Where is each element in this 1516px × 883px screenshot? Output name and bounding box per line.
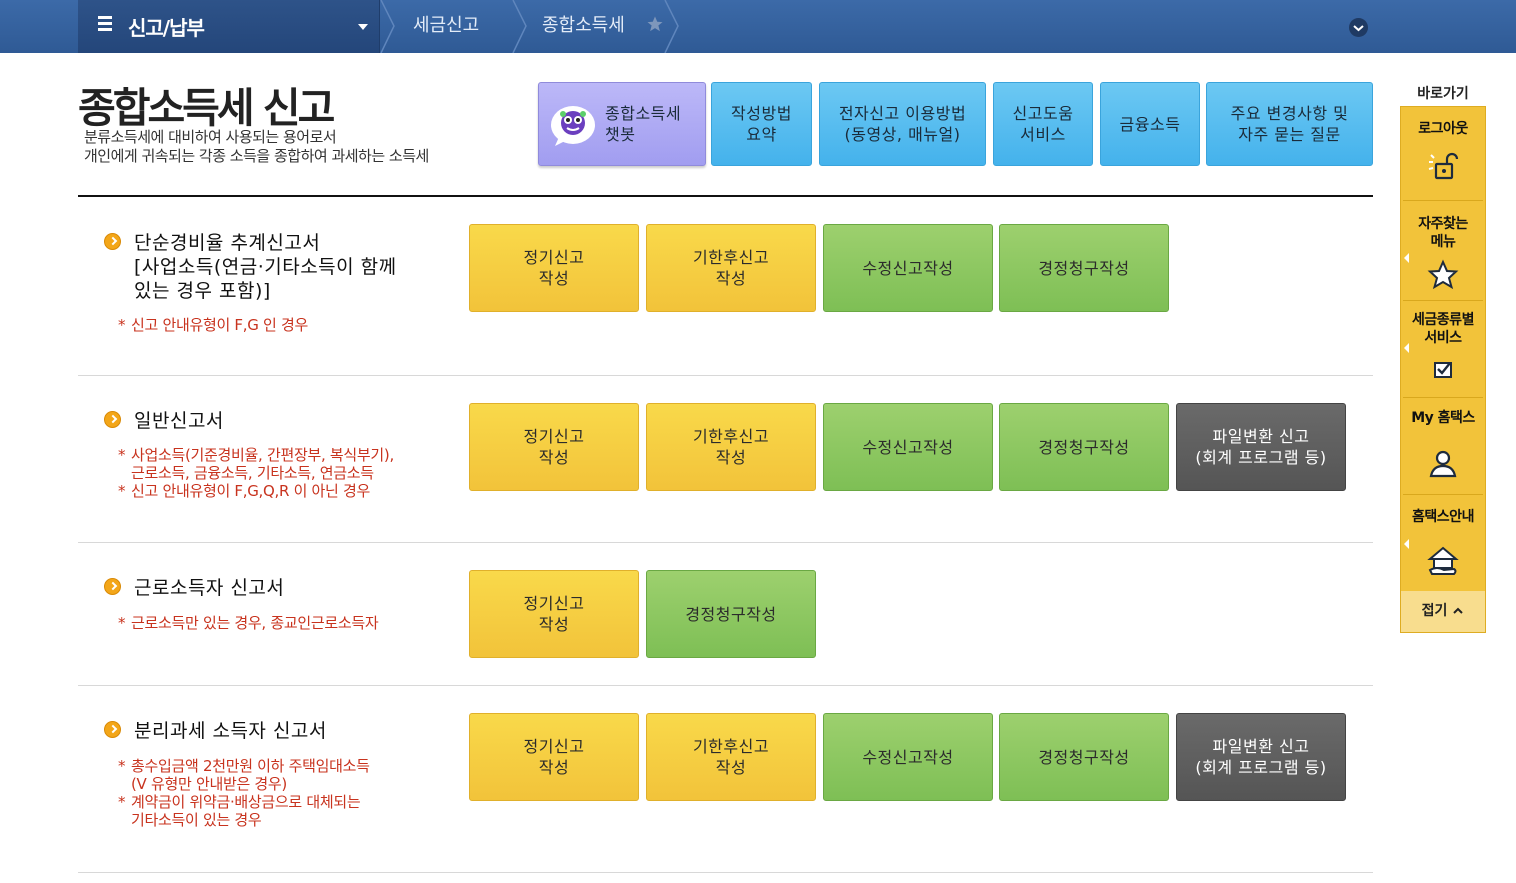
chevron-down-icon: [1353, 25, 1364, 32]
fold-label: 접기: [1421, 603, 1448, 619]
section-title: 단순경비율 추계신고서 [사업소득(연금·기타소득이 함께 있는 경우 포함)]: [134, 232, 397, 302]
expand-left-icon: [1404, 253, 1409, 263]
regular-filing-button[interactable]: 정기신고 작성: [469, 224, 639, 312]
section-title: 분리과세 소득자 신고서: [134, 720, 327, 742]
main-menu-dropdown[interactable]: 신고/납부: [78, 0, 380, 53]
amended-filing-button[interactable]: 수정신고작성: [823, 713, 993, 801]
home-hand-icon: [1427, 545, 1459, 577]
unlock-icon: [1427, 150, 1459, 182]
correction-claim-button[interactable]: 경정청구작성: [999, 403, 1169, 491]
quick-menu-divider: [1403, 200, 1483, 201]
quick-menu-divider: [1403, 397, 1483, 398]
user-icon: [1427, 447, 1459, 479]
section-divider: [78, 872, 1373, 873]
quick-menu-divider: [1403, 300, 1483, 301]
quick-menu-title: 바로가기: [1417, 86, 1469, 102]
expand-menu-button[interactable]: [1349, 18, 1368, 37]
regular-filing-button[interactable]: 정기신고 작성: [469, 403, 639, 491]
correction-claim-button[interactable]: 경정청구작성: [999, 224, 1169, 312]
section-notes: 신고 안내유형이 F,G 인 경우: [118, 316, 308, 334]
page-title: 종합소득세 신고: [78, 84, 335, 132]
correction-claim-button[interactable]: 경정청구작성: [999, 713, 1169, 801]
e-filing-guide-button[interactable]: 전자신고 이용방법 (동영상, 매뉴얼): [819, 82, 986, 166]
quick-menu-divider: [1403, 494, 1483, 495]
bullet-arrow-icon: [104, 233, 121, 250]
chevron-down-icon: [358, 24, 368, 30]
star-icon: [1427, 259, 1459, 291]
page-description-line: 분류소득세에 대비하여 사용되는 용어로서: [84, 128, 337, 146]
section-divider: [78, 542, 1373, 543]
quick-tax-type-services[interactable]: 세금종류별 서비스: [1401, 311, 1485, 347]
late-filing-button[interactable]: 기한후신고 작성: [646, 403, 816, 491]
file-conversion-filing-button[interactable]: 파일변환 신고 (회계 프로그램 등): [1176, 713, 1346, 801]
late-filing-button[interactable]: 기한후신고 작성: [646, 713, 816, 801]
section-notes: 근로소득만 있는 경우, 종교인근로소득자: [118, 614, 379, 632]
breadcrumb-income-tax[interactable]: 종합소득세: [542, 0, 625, 53]
chevron-up-icon: [1453, 607, 1464, 614]
breadcrumb-separator: [512, 0, 528, 53]
chatbot-button[interactable]: 종합소득세 챗봇: [538, 82, 706, 166]
section-title: 근로소득자 신고서: [134, 577, 285, 599]
bullet-arrow-icon: [104, 411, 121, 428]
regular-filing-button[interactable]: 정기신고 작성: [469, 713, 639, 801]
page-description-line: 개인에게 귀속되는 각종 소득을 종합하여 과세하는 소득세: [84, 147, 429, 165]
favorite-star-icon[interactable]: [646, 15, 664, 33]
late-filing-button[interactable]: 기한후신고 작성: [646, 224, 816, 312]
chatbot-label: 챗봇: [605, 125, 636, 144]
quick-my-hometax[interactable]: My 홈택스: [1401, 409, 1485, 427]
expand-left-icon: [1404, 539, 1409, 549]
breadcrumb-tax-report[interactable]: 세금신고: [413, 0, 479, 53]
section-notes: 총수입금액 2천만원 이하 주택임대소득 (V 유형만 안내받은 경우) 계약금…: [118, 757, 370, 829]
hamburger-icon: [98, 16, 112, 31]
writing-guide-button[interactable]: 작성방법 요약: [711, 82, 812, 166]
regular-filing-button[interactable]: 정기신고 작성: [469, 570, 639, 658]
amended-filing-button[interactable]: 수정신고작성: [823, 224, 993, 312]
quick-hometax-guide[interactable]: 홈택스안내: [1401, 508, 1485, 526]
expand-left-icon: [1404, 343, 1409, 353]
section-title: 일반신고서: [134, 410, 224, 432]
section-divider: [78, 375, 1373, 376]
filing-help-service-button[interactable]: 신고도움 서비스: [993, 82, 1093, 166]
header-divider: [78, 195, 1373, 197]
quick-menu: 로그아웃 자주찾는 메뉴 세금종류별 서비스 My 홈택스 홈택스안내 접기: [1400, 106, 1486, 633]
chatbot-label: 종합소득세: [605, 104, 682, 123]
faq-changes-button[interactable]: 주요 변경사항 및 자주 묻는 질문: [1206, 82, 1373, 166]
main-menu-title: 신고/납부: [128, 16, 205, 40]
page-description: 분류소득세에 대비하여 사용되는 용어로서 개인에게 귀속되는 각종 소득을 종…: [84, 128, 524, 166]
section-divider: [78, 685, 1373, 686]
bullet-arrow-icon: [104, 721, 121, 738]
checkbox-icon: [1427, 353, 1459, 385]
chatbot-icon: [551, 106, 595, 146]
quick-menu-fold-button[interactable]: 접기: [1401, 591, 1485, 632]
correction-claim-button[interactable]: 경정청구작성: [646, 570, 816, 658]
breadcrumb-separator: [664, 0, 680, 53]
quick-logout[interactable]: 로그아웃: [1401, 120, 1485, 138]
quick-favorite-menu[interactable]: 자주찾는 메뉴: [1401, 215, 1485, 251]
top-navigation-bar: 신고/납부 세금신고 종합소득세: [0, 0, 1516, 53]
bullet-arrow-icon: [104, 578, 121, 595]
amended-filing-button[interactable]: 수정신고작성: [823, 403, 993, 491]
financial-income-button[interactable]: 금융소득: [1100, 82, 1200, 166]
section-notes: 사업소득(기준경비율, 간편장부, 복식부기), 근로소득, 금융소득, 기타소…: [118, 446, 394, 500]
breadcrumb-separator: [380, 0, 396, 53]
file-conversion-filing-button[interactable]: 파일변환 신고 (회계 프로그램 등): [1176, 403, 1346, 491]
